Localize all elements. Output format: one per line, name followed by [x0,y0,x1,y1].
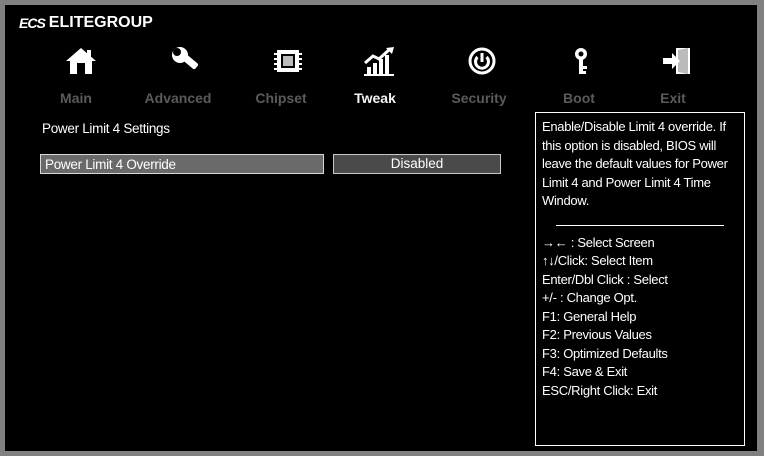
help-divider [556,224,724,226]
chart-icon[interactable] [360,43,400,79]
brand-name: ELITEGROUP [48,14,153,31]
help-description: Enable/Disable Limit 4 override. If this… [542,119,728,208]
key-hint: Enter/Dbl Click : Select [542,271,668,287]
tab-icon-bar [5,43,757,83]
ecs-logo: ECS [19,15,46,31]
help-panel: Enable/Disable Limit 4 override. If this… [535,112,745,446]
chip-icon[interactable] [268,43,308,79]
wrench-icon[interactable] [166,43,206,79]
section-title: Power Limit 4 Settings [42,121,170,136]
key-hint: →← : Select Screen [542,234,655,250]
power-limit-4-override-option[interactable]: Power Limit 4 Override [40,154,324,174]
key-hint: +/- : Change Opt. [542,290,637,305]
tab-advanced[interactable]: Advanced [145,87,212,109]
key-icon[interactable] [561,43,601,79]
tab-boot[interactable]: Boot [563,87,595,109]
home-icon[interactable] [61,43,101,79]
power-icon[interactable] [462,43,502,79]
key-hint: ↑↓/Click: Select Item [542,253,653,268]
key-hint: F1: General Help [542,308,637,324]
key-hint: F3: Optimized Defaults [542,345,668,361]
tab-chipset[interactable]: Chipset [255,87,306,109]
tab-bar: Main Advanced Chipset Tweak Security Boo… [5,87,757,109]
key-hint: F4: Save & Exit [542,364,628,379]
brand-logo: ECS ELITEGROUP [19,13,153,33]
exit-icon[interactable] [656,43,696,79]
tab-main[interactable]: Main [60,87,92,109]
tab-tweak[interactable]: Tweak [354,87,396,109]
key-hint: F2: Previous Values [542,327,652,342]
power-limit-4-override-value[interactable]: Disabled [333,154,501,174]
tab-exit[interactable]: Exit [660,87,686,109]
settings-panel: Power Limit 4 Settings Power Limit 4 Ove… [5,110,757,451]
key-legend: →← : Select Screen ↑↓/Click: Select Item… [542,234,738,401]
tab-security[interactable]: Security [451,87,506,109]
key-hint: ESC/Right Click: Exit [542,382,658,398]
